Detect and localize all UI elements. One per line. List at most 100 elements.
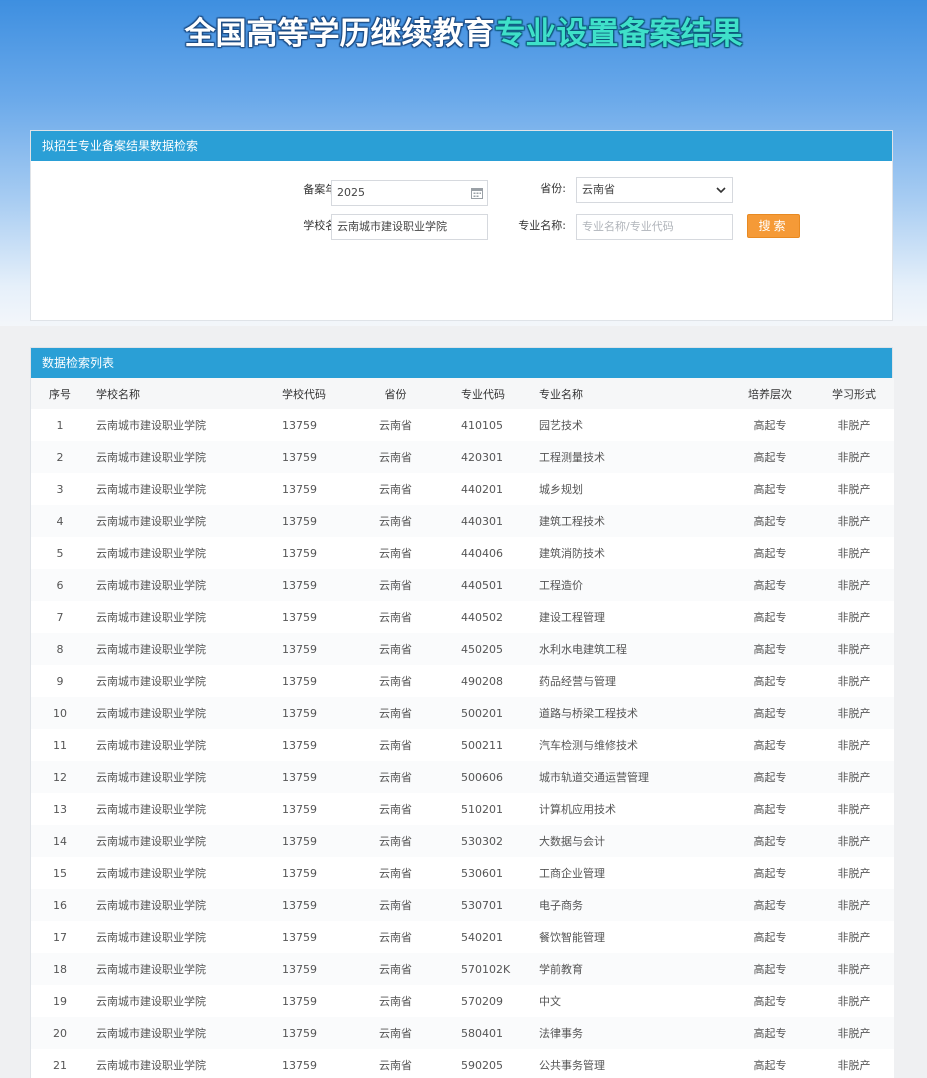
cell-level: 高起专 bbox=[753, 419, 787, 432]
cell-major-code: 420301 bbox=[461, 450, 503, 464]
cell-school-code: 13759 bbox=[282, 482, 317, 496]
cell-major-name: 电子商务 bbox=[539, 899, 583, 912]
cell-index: 17 bbox=[53, 930, 67, 944]
cell-province: 云南省 bbox=[379, 547, 412, 560]
cell-major-name: 城乡规划 bbox=[539, 483, 583, 496]
cell-level: 高起专 bbox=[753, 451, 787, 464]
cell-province: 云南省 bbox=[379, 963, 412, 976]
cell-school-name: 云南城市建设职业学院 bbox=[96, 835, 206, 848]
chevron-down-icon bbox=[716, 187, 726, 194]
cell-study-form: 非脱产 bbox=[837, 739, 871, 752]
year-input[interactable]: 2025 bbox=[331, 180, 488, 206]
table-row: 14 云南城市建设职业学院 13759 云南省 530302 大数据与会计 高起专 非脱产 bbox=[31, 825, 894, 857]
cell-school-name: 云南城市建设职业学院 bbox=[96, 483, 206, 496]
cell-study-form: 非脱产 bbox=[837, 707, 871, 720]
search-panel-title: 拟招生专业备案结果数据检索 bbox=[31, 131, 892, 161]
table-row: 16 云南城市建设职业学院 13759 云南省 530701 电子商务 高起专 非脱产 bbox=[31, 889, 894, 921]
cell-province: 云南省 bbox=[379, 1059, 412, 1072]
cell-school-code: 13759 bbox=[282, 962, 317, 976]
cell-school-code: 13759 bbox=[282, 834, 317, 848]
cell-index: 20 bbox=[53, 1026, 67, 1040]
cell-study-form: 非脱产 bbox=[837, 515, 871, 528]
table-row: 5 云南城市建设职业学院 13759 云南省 440406 建筑消防技术 高起专 非脱产 bbox=[31, 537, 894, 569]
cell-major-code: 500211 bbox=[461, 738, 503, 752]
col-header-level: 培养层次 bbox=[748, 387, 792, 401]
cell-major-name: 工商企业管理 bbox=[539, 867, 605, 880]
cell-major-name: 道路与桥梁工程技术 bbox=[539, 707, 638, 720]
cell-major-code: 440301 bbox=[461, 514, 503, 528]
major-input[interactable]: 专业名称/专业代码 bbox=[576, 214, 733, 240]
table-row: 19 云南城市建设职业学院 13759 云南省 570209 中文 高起专 非脱产 bbox=[31, 985, 894, 1017]
cell-index: 13 bbox=[53, 802, 67, 816]
page-title: 全国高等学历继续教育专业设置备案结果 bbox=[0, 8, 927, 53]
search-button[interactable]: 搜索 bbox=[747, 214, 800, 238]
cell-study-form: 非脱产 bbox=[837, 611, 871, 624]
cell-index: 12 bbox=[53, 770, 67, 784]
cell-study-form: 非脱产 bbox=[837, 579, 871, 592]
cell-school-name: 云南城市建设职业学院 bbox=[96, 995, 206, 1008]
school-input[interactable]: 云南城市建设职业学院 bbox=[331, 214, 488, 240]
cell-major-name: 餐饮智能管理 bbox=[539, 931, 605, 944]
results-table: 序号 学校名称 学校代码 省份 专业代码 专业名称 培养层次 学习形式 1 云南城… bbox=[31, 378, 894, 1078]
cell-school-name: 云南城市建设职业学院 bbox=[96, 643, 206, 656]
table-row: 11 云南城市建设职业学院 13759 云南省 500211 汽车检测与维修技术 高起专 非脱… bbox=[31, 729, 894, 761]
calendar-icon[interactable] bbox=[471, 187, 483, 199]
cell-major-code: 440501 bbox=[461, 578, 503, 592]
cell-index: 18 bbox=[53, 962, 67, 976]
cell-index: 11 bbox=[53, 738, 67, 752]
cell-school-code: 13759 bbox=[282, 642, 317, 656]
cell-school-code: 13759 bbox=[282, 994, 317, 1008]
table-row: 10 云南城市建设职业学院 13759 云南省 500201 道路与桥梁工程技术 高起专 非脱… bbox=[31, 697, 894, 729]
cell-school-name: 云南城市建设职业学院 bbox=[96, 963, 206, 976]
cell-major-name: 城市轨道交通运营管理 bbox=[539, 771, 649, 784]
major-label: 专业名称: bbox=[518, 219, 566, 232]
table-row: 6 云南城市建设职业学院 13759 云南省 440501 工程造价 高起专 非脱产 bbox=[31, 569, 894, 601]
col-header-school-code: 学校代码 bbox=[282, 387, 326, 401]
cell-major-code: 490208 bbox=[461, 674, 503, 688]
table-row: 20 云南城市建设职业学院 13759 云南省 580401 法律事务 高起专 非脱产 bbox=[31, 1017, 894, 1049]
table-row: 7 云南城市建设职业学院 13759 云南省 440502 建设工程管理 高起专 非脱产 bbox=[31, 601, 894, 633]
cell-school-name: 云南城市建设职业学院 bbox=[96, 771, 206, 784]
cell-major-name: 工程测量技术 bbox=[539, 451, 605, 464]
cell-major-code: 530302 bbox=[461, 834, 503, 848]
cell-major-code: 450205 bbox=[461, 642, 503, 656]
cell-study-form: 非脱产 bbox=[837, 1027, 871, 1040]
cell-level: 高起专 bbox=[753, 995, 787, 1008]
cell-school-code: 13759 bbox=[282, 1058, 317, 1072]
cell-school-code: 13759 bbox=[282, 770, 317, 784]
cell-major-code: 410105 bbox=[461, 418, 503, 432]
cell-major-code: 500201 bbox=[461, 706, 503, 720]
cell-study-form: 非脱产 bbox=[837, 771, 871, 784]
col-header-index: 序号 bbox=[49, 387, 71, 401]
results-panel: 数据检索列表 序号 学校名称 学校代码 省份 专业代码 专业名称 培养层次 学习… bbox=[30, 347, 894, 1078]
cell-school-name: 云南城市建设职业学院 bbox=[96, 739, 206, 752]
cell-level: 高起专 bbox=[753, 771, 787, 784]
cell-level: 高起专 bbox=[753, 739, 787, 752]
table-row: 17 云南城市建设职业学院 13759 云南省 540201 餐饮智能管理 高起专 非脱产 bbox=[31, 921, 894, 953]
cell-province: 云南省 bbox=[379, 451, 412, 464]
cell-province: 云南省 bbox=[379, 515, 412, 528]
col-header-province: 省份 bbox=[384, 387, 407, 401]
cell-school-code: 13759 bbox=[282, 674, 317, 688]
cell-index: 14 bbox=[53, 834, 67, 848]
cell-school-name: 云南城市建设职业学院 bbox=[96, 899, 206, 912]
cell-major-code: 590205 bbox=[461, 1058, 503, 1072]
table-row: 21 云南城市建设职业学院 13759 云南省 590205 公共事务管理 高起专 非脱产 bbox=[31, 1049, 894, 1078]
cell-school-code: 13759 bbox=[282, 1026, 317, 1040]
province-select[interactable]: 云南省 bbox=[576, 177, 733, 203]
cell-study-form: 非脱产 bbox=[837, 1059, 871, 1072]
cell-major-code: 500606 bbox=[461, 770, 503, 784]
cell-level: 高起专 bbox=[753, 707, 787, 720]
cell-province: 云南省 bbox=[379, 579, 412, 592]
cell-major-code: 530701 bbox=[461, 898, 503, 912]
col-header-major-name: 专业名称 bbox=[539, 387, 583, 401]
page-title-part1: 全国高等学历继续教育 bbox=[184, 16, 495, 52]
cell-province: 云南省 bbox=[379, 611, 412, 624]
table-row: 12 云南城市建设职业学院 13759 云南省 500606 城市轨道交通运营管理 高起专 非… bbox=[31, 761, 894, 793]
cell-major-code: 440201 bbox=[461, 482, 503, 496]
province-value: 云南省 bbox=[582, 183, 615, 196]
cell-major-code: 440502 bbox=[461, 610, 503, 624]
cell-index: 8 bbox=[56, 642, 64, 656]
cell-index: 19 bbox=[53, 994, 67, 1008]
cell-province: 云南省 bbox=[379, 483, 412, 496]
